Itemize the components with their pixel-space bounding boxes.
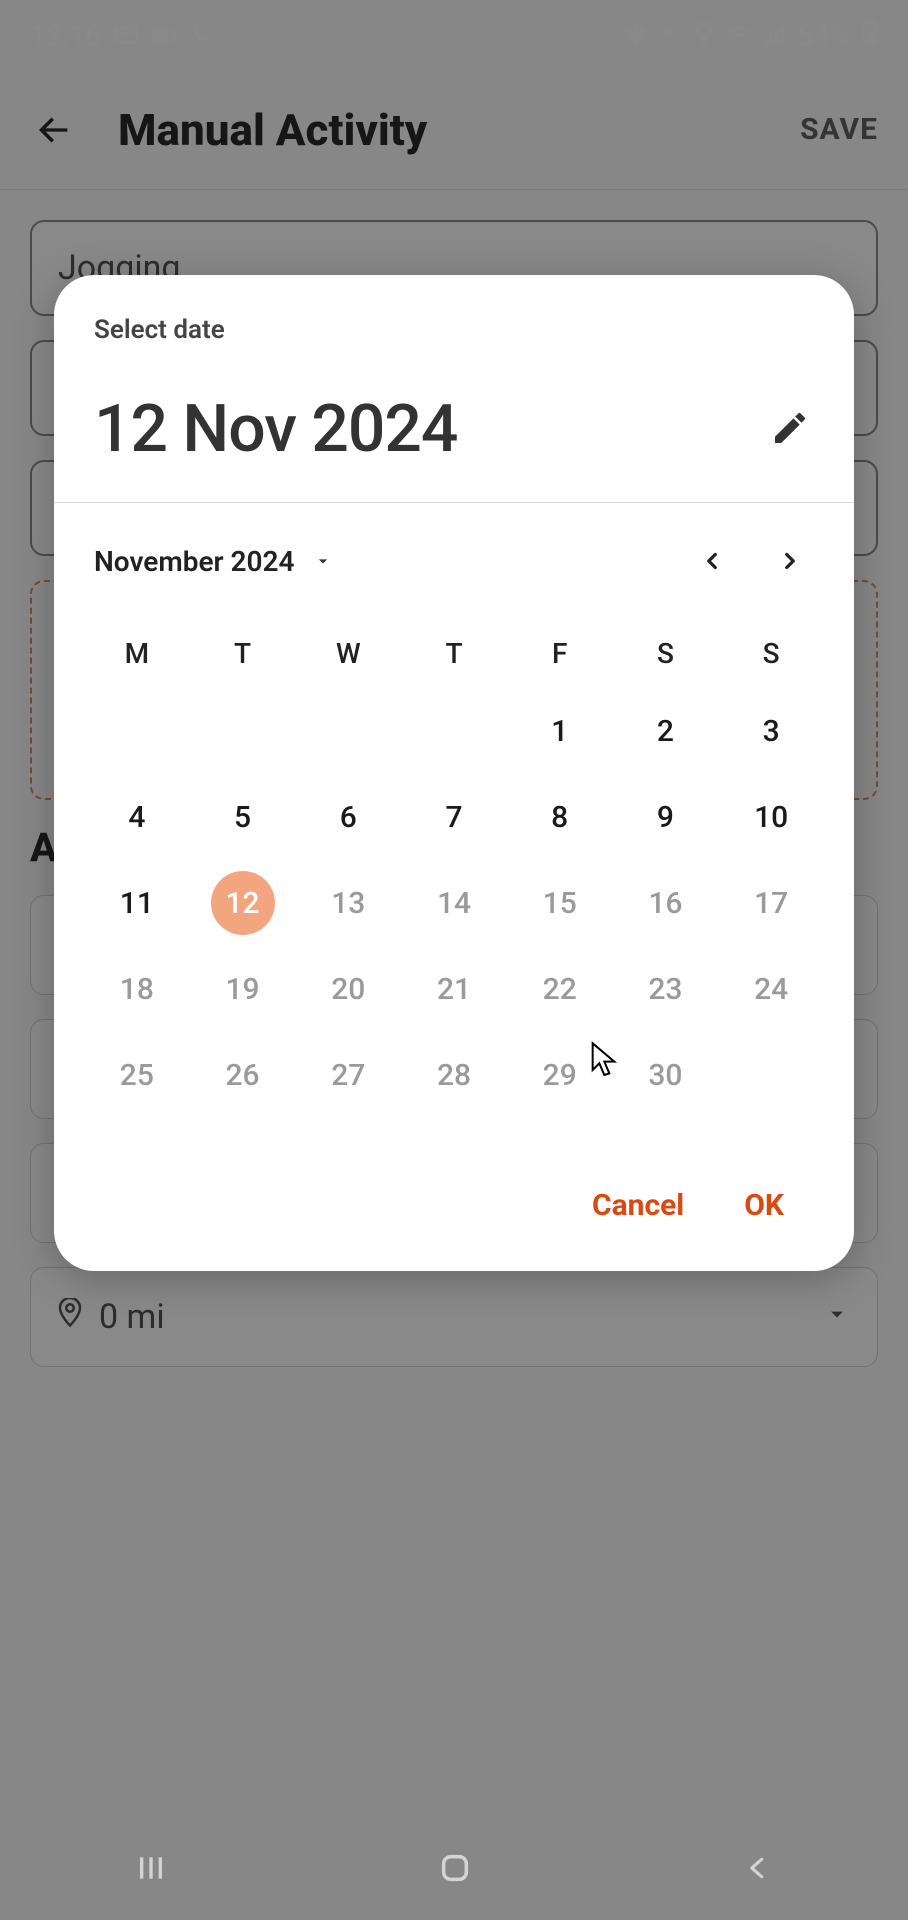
calendar-day[interactable]: 30: [613, 1032, 719, 1118]
weekday-header: S: [613, 619, 719, 688]
cancel-button[interactable]: Cancel: [592, 1188, 684, 1223]
calendar-day[interactable]: 21: [401, 946, 507, 1032]
weekday-header: M: [84, 619, 190, 688]
calendar-day[interactable]: 5: [190, 774, 296, 860]
weekday-header: T: [190, 619, 296, 688]
calendar-day[interactable]: 25: [84, 1032, 190, 1118]
calendar-day[interactable]: 28: [401, 1032, 507, 1118]
triangle-down-icon: [313, 545, 333, 578]
calendar-day[interactable]: 22: [507, 946, 613, 1032]
calendar-empty: [190, 688, 296, 774]
month-dropdown[interactable]: November 2024: [94, 545, 333, 578]
calendar-day[interactable]: 8: [507, 774, 613, 860]
weekday-header: W: [295, 619, 401, 688]
selected-date-display: 12 Nov 2024: [94, 391, 457, 468]
calendar-day[interactable]: 23: [613, 946, 719, 1032]
calendar-day[interactable]: 12: [190, 860, 296, 946]
calendar-day[interactable]: 18: [84, 946, 190, 1032]
recents-button[interactable]: [135, 1852, 167, 1888]
weekday-header: F: [507, 619, 613, 688]
nav-back-button[interactable]: [743, 1853, 773, 1887]
next-month-button[interactable]: [766, 537, 814, 585]
calendar-day[interactable]: 20: [295, 946, 401, 1032]
calendar-day[interactable]: 15: [507, 860, 613, 946]
calendar-empty: [295, 688, 401, 774]
calendar-day[interactable]: 9: [613, 774, 719, 860]
calendar-day[interactable]: 7: [401, 774, 507, 860]
calendar-day[interactable]: 1: [507, 688, 613, 774]
dialog-label: Select date: [94, 315, 814, 345]
calendar-empty: [401, 688, 507, 774]
home-button[interactable]: [438, 1851, 472, 1889]
calendar-day[interactable]: 10: [718, 774, 824, 860]
ok-button[interactable]: OK: [744, 1188, 784, 1223]
calendar-empty: [84, 688, 190, 774]
weekday-header: T: [401, 619, 507, 688]
calendar-day[interactable]: 29: [507, 1032, 613, 1118]
calendar-day[interactable]: 3: [718, 688, 824, 774]
calendar-day[interactable]: 27: [295, 1032, 401, 1118]
calendar-day[interactable]: 24: [718, 946, 824, 1032]
calendar-day[interactable]: 6: [295, 774, 401, 860]
calendar-day[interactable]: 19: [190, 946, 296, 1032]
calendar-day[interactable]: 2: [613, 688, 719, 774]
calendar-day[interactable]: 11: [84, 860, 190, 946]
system-nav-bar: [0, 1820, 908, 1920]
weekday-header: S: [718, 619, 824, 688]
edit-date-button[interactable]: [770, 408, 814, 452]
prev-month-button[interactable]: [688, 537, 736, 585]
calendar-day[interactable]: 14: [401, 860, 507, 946]
month-label: November 2024: [94, 545, 295, 578]
calendar-day[interactable]: 17: [718, 860, 824, 946]
date-picker-dialog: Select date 12 Nov 2024 November 2024 MT…: [54, 275, 854, 1271]
calendar-day[interactable]: 4: [84, 774, 190, 860]
calendar-day[interactable]: 16: [613, 860, 719, 946]
calendar-day[interactable]: 26: [190, 1032, 296, 1118]
calendar-day[interactable]: 13: [295, 860, 401, 946]
